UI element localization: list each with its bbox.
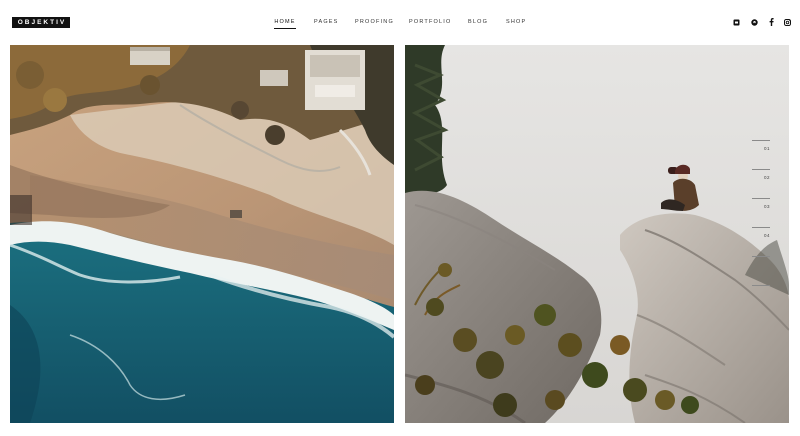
nav-item-label: PAGES — [314, 19, 339, 25]
pager-line — [752, 285, 770, 286]
pager-line — [752, 256, 770, 257]
nav-item-proofing[interactable]: PROOFING — [355, 17, 394, 29]
pager-item[interactable]: 02 — [752, 169, 776, 187]
nav-item-blog[interactable]: BLOG — [468, 17, 488, 29]
instagram-icon[interactable] — [783, 18, 791, 26]
pager-number: 01 — [764, 146, 771, 151]
active-nav-underline — [274, 28, 296, 29]
nav-item-label: BLOG — [468, 19, 489, 25]
nav-item-label: HOME — [274, 19, 296, 25]
pager-line — [752, 169, 770, 170]
nav-item-portfolio[interactable]: PORTFOLIO — [409, 17, 451, 29]
nav-item-shop[interactable]: SHOP — [506, 17, 526, 29]
pager-line — [752, 227, 770, 228]
cliff-sitting-person-photo[interactable] — [405, 45, 789, 423]
pinterest-icon[interactable] — [750, 18, 758, 26]
nav-item-pages[interactable]: PAGES — [314, 17, 338, 29]
nav-item-label: PROOFING — [355, 19, 394, 25]
pager-item[interactable] — [752, 285, 776, 287]
square-social-icon[interactable] — [732, 18, 740, 26]
nav-item-home[interactable]: HOME — [274, 17, 296, 29]
pager-number: 04 — [764, 233, 771, 238]
main-navigation: HOME PAGES PROOFING PORTFOLIO BLOG SHOP — [0, 0, 800, 44]
site-header: OBJEKTIV HOME PAGES PROOFING PORTFOLIO B… — [0, 0, 800, 44]
pager-number: 03 — [764, 204, 771, 209]
pager-item[interactable]: 03 — [752, 198, 776, 216]
pager-line — [752, 198, 770, 199]
pager-item[interactable]: 01 — [752, 140, 776, 158]
pager-line — [752, 140, 770, 141]
aerial-beach-photo[interactable] — [10, 45, 394, 423]
pager-item[interactable] — [752, 256, 776, 258]
nav-item-label: SHOP — [506, 19, 527, 25]
pager-number: 02 — [764, 175, 771, 180]
nav-item-label: PORTFOLIO — [409, 19, 452, 25]
pager-item[interactable]: 04 — [752, 227, 776, 245]
facebook-icon[interactable] — [767, 18, 775, 26]
slider-pagination: 01 02 03 04 — [752, 140, 776, 300]
